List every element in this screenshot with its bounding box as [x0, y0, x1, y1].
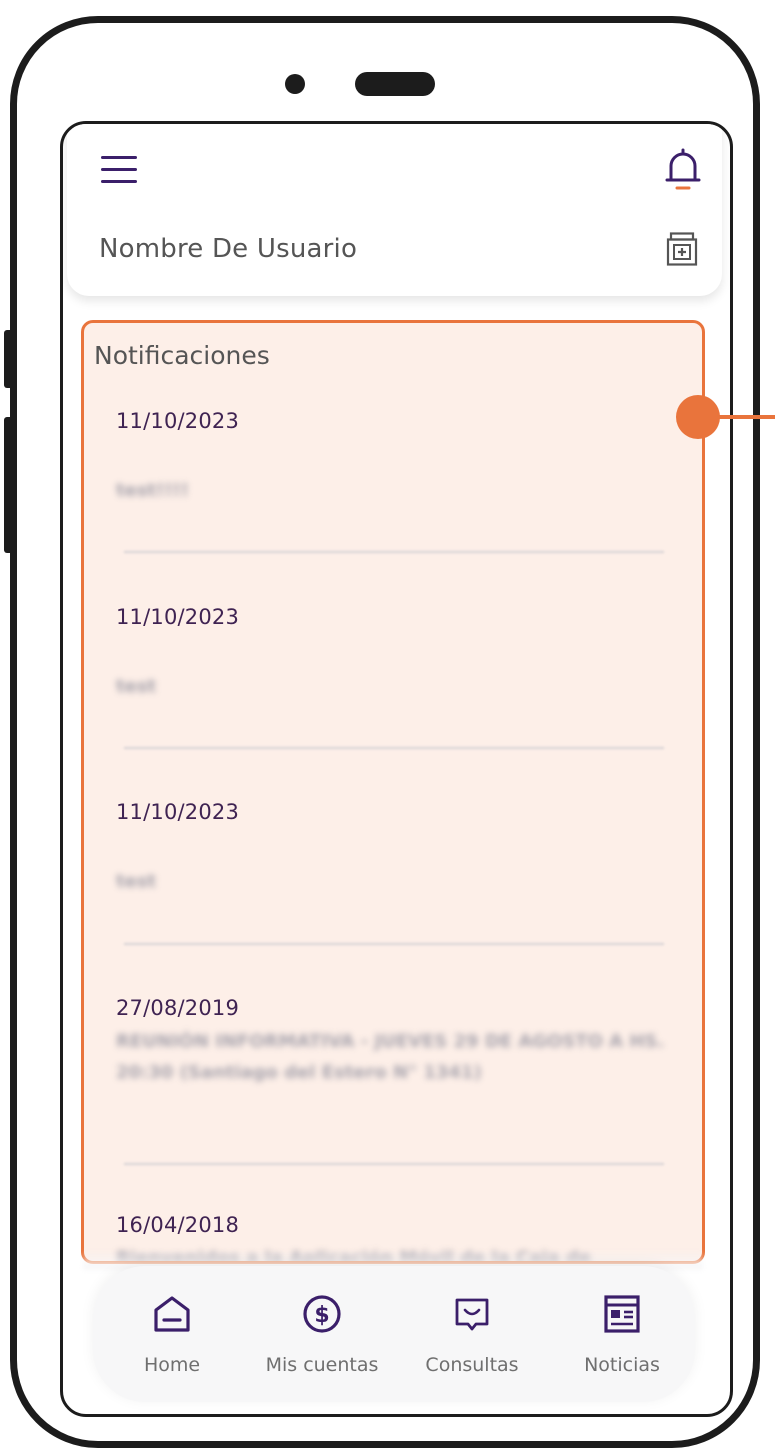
bottom-nav: Home $ Mis cuentas Consultas Noticias — [93, 1266, 695, 1402]
notification-item[interactable]: 11/10/2023 test!!!! — [116, 409, 676, 506]
notification-date: 11/10/2023 — [116, 409, 240, 433]
app-screen: Nombre De Usuario Notificaciones 11/10/2… — [60, 121, 733, 1417]
notification-date: 27/08/2019 — [116, 996, 240, 1020]
notifications-title: Notificaciones — [94, 341, 270, 370]
nav-label: Home — [143, 1354, 201, 1376]
notification-date: 11/10/2023 — [116, 605, 240, 629]
newspaper-icon — [604, 1295, 640, 1333]
nav-noticias[interactable]: Noticias — [547, 1266, 697, 1402]
camera-icon — [285, 74, 305, 94]
chat-icon — [455, 1298, 489, 1331]
notification-text: test — [116, 676, 157, 697]
nav-consultas[interactable]: Consultas — [397, 1266, 547, 1402]
nav-label: Mis cuentas — [265, 1354, 379, 1376]
notification-item[interactable]: 11/10/2023 test — [116, 605, 676, 702]
notification-text: REUNIÓN INFORMATIVA - JUEVES 29 DE AGOST… — [116, 1031, 665, 1083]
divider — [124, 551, 664, 553]
divider — [124, 1163, 664, 1165]
notification-text: test!!!! — [116, 480, 189, 501]
nav-home[interactable]: Home — [97, 1266, 247, 1402]
svg-text:$: $ — [314, 1303, 329, 1328]
callout-dot — [676, 395, 720, 439]
nav-label: Noticias — [584, 1354, 660, 1376]
dollar-circle-icon: $ — [303, 1295, 341, 1333]
nav-mis-cuentas[interactable]: $ Mis cuentas — [247, 1266, 397, 1402]
notification-date: 16/04/2018 — [116, 1213, 240, 1237]
user-name: Nombre De Usuario — [99, 234, 358, 264]
notification-date: 11/10/2023 — [116, 800, 240, 824]
bell-icon[interactable] — [663, 146, 703, 194]
medical-card-icon[interactable] — [666, 232, 698, 266]
menu-icon[interactable] — [101, 154, 137, 184]
notification-item[interactable]: 27/08/2019 REUNIÓN INFORMATIVA - JUEVES … — [116, 996, 676, 1088]
callout-line — [716, 415, 775, 419]
home-icon — [154, 1296, 190, 1332]
notification-item[interactable]: 11/10/2023 test — [116, 800, 676, 897]
divider — [124, 747, 664, 749]
speaker-icon — [355, 72, 435, 96]
nav-label: Consultas — [425, 1354, 519, 1376]
notifications-panel: Notificaciones 11/10/2023 test!!!! 11/10… — [81, 320, 705, 1264]
divider — [124, 943, 664, 945]
app-header: Nombre De Usuario — [67, 124, 722, 296]
notification-text: test — [116, 871, 157, 892]
